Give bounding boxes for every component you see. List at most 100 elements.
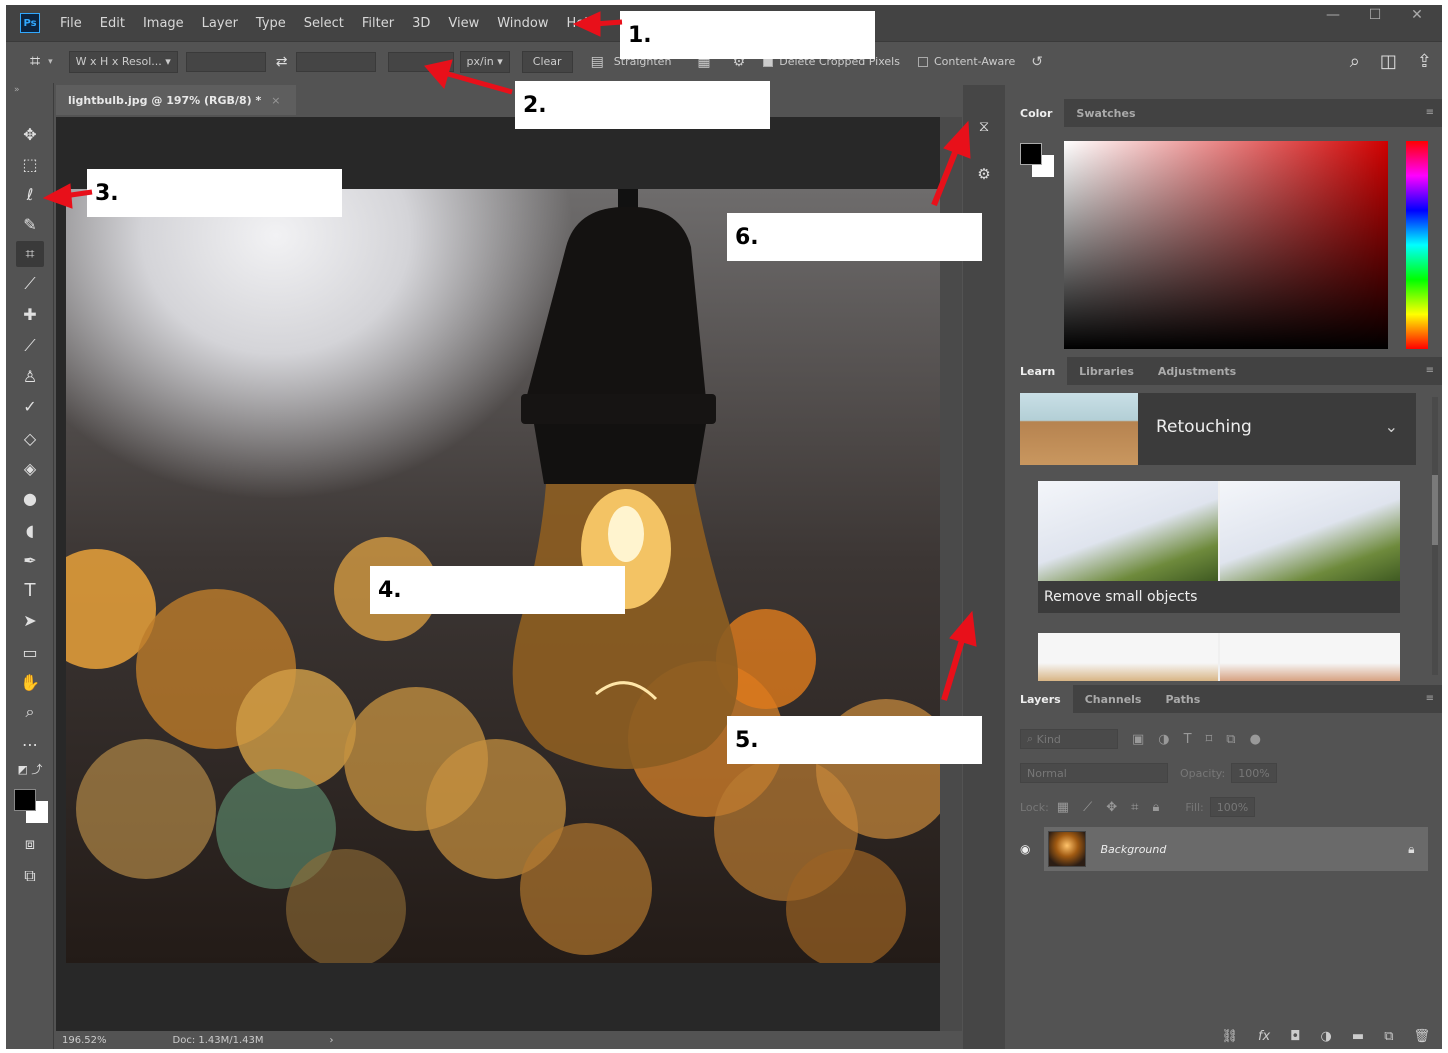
resolution-input[interactable] [387, 51, 454, 72]
zoom-tool-icon[interactable]: ⌕ [16, 699, 44, 725]
adjustment-layer-icon[interactable]: ◑ [1321, 1029, 1332, 1044]
menu-window[interactable]: Window [497, 16, 548, 31]
eyedropper-tool-icon[interactable]: ⟋ [16, 271, 44, 297]
pen-tool-icon[interactable]: ✒ [16, 547, 44, 573]
type-tool-icon[interactable]: T [16, 577, 44, 603]
menu-filter[interactable]: Filter [362, 16, 394, 31]
brush-tool-icon[interactable]: ⟋ [16, 333, 44, 359]
blend-mode-select[interactable]: Normal [1020, 763, 1168, 783]
zoom-level[interactable]: 196.52% [62, 1035, 107, 1046]
minimize-button[interactable]: — [1322, 7, 1344, 23]
filter-pixel-icon[interactable]: ▣ [1132, 732, 1144, 747]
menu-image[interactable]: Image [143, 16, 184, 31]
swap-dimensions-icon[interactable]: ⇄ [276, 54, 288, 70]
healing-brush-tool-icon[interactable]: ✚ [16, 301, 44, 327]
opacity-input[interactable]: 100% [1231, 763, 1277, 783]
lock-image-icon[interactable]: ⟋ [1083, 800, 1092, 815]
paint-bucket-tool-icon[interactable]: ◈ [16, 455, 44, 481]
history-panel-icon[interactable]: ⧖ [973, 115, 995, 137]
workspace-icon[interactable]: ◫ [1380, 51, 1397, 72]
resolution-units-select[interactable]: px/in ▾ [459, 50, 510, 73]
menu-layer[interactable]: Layer [202, 16, 238, 31]
menu-file[interactable]: File [60, 16, 82, 31]
close-window-button[interactable]: ✕ [1406, 7, 1428, 23]
filter-shape-icon[interactable]: ⌑ [1206, 732, 1213, 747]
hue-slider[interactable] [1406, 141, 1428, 349]
lock-all-icon[interactable]: 🔒︎ [1152, 800, 1159, 815]
lock-position-icon[interactable]: ✥ [1106, 800, 1117, 815]
quick-selection-tool-icon[interactable]: ✎ [16, 211, 44, 237]
clear-button[interactable]: Clear [521, 50, 573, 73]
tab-paths[interactable]: Paths [1153, 685, 1212, 713]
hand-tool-icon[interactable]: ✋ [16, 669, 44, 695]
dodge-tool-icon[interactable]: ◖ [16, 517, 44, 543]
marquee-tool-icon[interactable]: ⬚ [16, 151, 44, 177]
lock-transparent-icon[interactable]: ▦ [1057, 800, 1069, 815]
add-mask-icon[interactable]: ◘ [1290, 1029, 1300, 1044]
content-aware-checkbox[interactable] [917, 56, 928, 67]
foreground-color-swatch[interactable] [14, 789, 36, 811]
eraser-tool-icon[interactable]: ◇ [16, 425, 44, 451]
tab-color[interactable]: Color [1008, 99, 1065, 127]
history-brush-tool-icon[interactable]: ✓ [16, 393, 44, 419]
tab-learn[interactable]: Learn [1008, 357, 1068, 385]
tool-preset-caret-icon[interactable]: ▾ [48, 57, 53, 67]
crop-height-input[interactable] [295, 51, 376, 72]
menu-help[interactable]: Help [567, 16, 597, 31]
tab-channels[interactable]: Channels [1073, 685, 1154, 713]
filter-smart-object-icon[interactable]: ⧉ [1226, 732, 1235, 747]
tab-libraries[interactable]: Libraries [1067, 357, 1146, 385]
tutorial-card-2[interactable] [1038, 633, 1400, 681]
screen-mode-icon[interactable]: ⧉ [16, 863, 44, 889]
layer-row-background[interactable]: ◉ Background 🔒︎ [1008, 827, 1442, 871]
layer-kind-filter[interactable]: ⌕ Kind [1020, 729, 1118, 749]
maximize-button[interactable]: ☐ [1364, 7, 1386, 23]
edit-toolbar-icon[interactable]: ⋯ [16, 731, 44, 757]
visibility-eye-icon[interactable]: ◉ [1020, 842, 1030, 856]
learn-scroll-thumb[interactable] [1432, 475, 1438, 545]
tutorial-card[interactable]: Remove small objects [1038, 481, 1400, 613]
filter-type-icon[interactable]: T [1184, 732, 1192, 747]
crop-width-input[interactable] [185, 51, 266, 72]
color-panel-menu-icon[interactable]: ≡ [1426, 107, 1434, 118]
delete-layer-trash-icon[interactable]: 🗑︎ [1413, 1029, 1430, 1044]
link-layers-icon[interactable]: ⛓ [1221, 1029, 1238, 1044]
filter-adjustment-icon[interactable]: ◑ [1158, 732, 1169, 747]
toolbar-collapse-icon[interactable]: » [14, 85, 20, 95]
swap-colors-icon[interactable]: ◩ ⤴ [16, 761, 44, 777]
chevron-down-icon[interactable]: ⌄ [1385, 417, 1398, 436]
status-arrow-icon[interactable]: › [330, 1035, 334, 1046]
crop-ratio-select[interactable]: W x H x Resol... ▾ [68, 50, 178, 73]
menu-view[interactable]: View [448, 16, 479, 31]
menu-3d[interactable]: 3D [412, 16, 430, 31]
share-icon[interactable]: ⇪ [1417, 51, 1432, 72]
panel-foreground-swatch[interactable] [1020, 143, 1042, 165]
tab-adjustments[interactable]: Adjustments [1146, 357, 1248, 385]
learn-topic-card[interactable]: Retouching ⌄ [1020, 393, 1416, 465]
crop-tool-icon[interactable]: ⌗ [30, 51, 40, 72]
path-selection-tool-icon[interactable]: ➤ [16, 607, 44, 633]
crop-tool-icon[interactable]: ⌗ [16, 241, 44, 267]
clone-stamp-tool-icon[interactable]: ♙ [16, 363, 44, 389]
straighten-icon[interactable]: ▤ [591, 54, 604, 70]
layer-row-body[interactable]: Background 🔒︎ [1044, 827, 1429, 871]
layers-panel-menu-icon[interactable]: ≡ [1426, 693, 1434, 704]
move-tool-icon[interactable]: ✥ [16, 121, 44, 147]
reset-icon[interactable]: ↺ [1031, 54, 1043, 70]
properties-panel-icon[interactable]: ⚙ [973, 163, 995, 185]
filter-toggle-icon[interactable]: ● [1250, 732, 1261, 747]
learn-panel-menu-icon[interactable]: ≡ [1426, 365, 1434, 376]
color-picker-field[interactable] [1064, 141, 1388, 349]
tab-swatches[interactable]: Swatches [1064, 99, 1147, 127]
lock-artboard-icon[interactable]: ⌗ [1131, 800, 1138, 815]
search-icon[interactable]: ⌕ [1350, 51, 1360, 72]
tab-layers[interactable]: Layers [1008, 685, 1073, 713]
close-tab-icon[interactable]: × [271, 94, 280, 107]
fill-input[interactable]: 100% [1209, 797, 1256, 817]
new-group-folder-icon[interactable]: ▬ [1352, 1029, 1364, 1044]
layer-style-fx-icon[interactable]: fx [1258, 1029, 1270, 1044]
menu-select[interactable]: Select [304, 16, 344, 31]
new-layer-icon[interactable]: ⧉ [1384, 1029, 1393, 1044]
menu-edit[interactable]: Edit [100, 16, 125, 31]
rectangle-tool-icon[interactable]: ▭ [16, 639, 44, 665]
